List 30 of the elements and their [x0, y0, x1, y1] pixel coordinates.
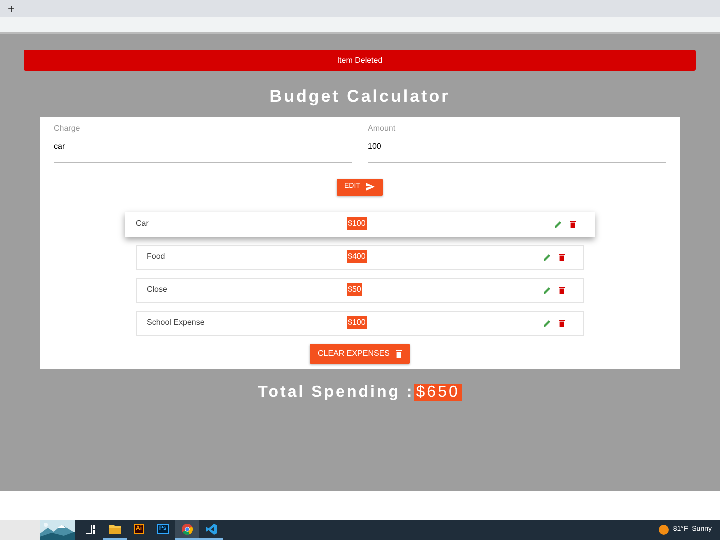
new-tab-button[interactable]: + — [0, 2, 24, 17]
delete-icon[interactable] — [559, 320, 565, 326]
app-title: Budget Calculator — [268, 87, 452, 107]
task-view-icon — [86, 524, 96, 534]
code-editor-icon — [206, 524, 216, 534]
delete-icon[interactable] — [559, 286, 565, 294]
alert-banner: Item Deleted — [24, 50, 696, 71]
expense-amount: $100 — [347, 217, 367, 230]
expense-name: Food — [147, 251, 166, 263]
trash-icon — [396, 350, 402, 358]
field-label: Charge — [54, 123, 82, 135]
expense-amount: $50 — [347, 283, 362, 296]
expense-amount: $400 — [347, 250, 367, 263]
total-label: Total Spending : — [258, 384, 414, 401]
delete-icon[interactable] — [559, 254, 565, 260]
send-icon — [366, 183, 376, 192]
browser-icon — [182, 524, 192, 534]
total-amount: $650 — [414, 384, 462, 401]
folder-icon — [109, 524, 121, 534]
expense-amount: $100 — [347, 316, 367, 329]
edit-icon[interactable] — [544, 320, 551, 326]
delete-icon[interactable] — [570, 220, 576, 228]
edit-icon[interactable] — [555, 220, 562, 228]
expense-name: Car — [136, 218, 150, 230]
edit-icon[interactable] — [544, 254, 551, 260]
expense-name: Close — [147, 284, 168, 296]
field-label: Amount — [368, 123, 397, 135]
weather-sun-icon — [659, 525, 670, 535]
expense-name: School Expense — [147, 317, 206, 329]
edit-icon[interactable] — [544, 286, 551, 294]
